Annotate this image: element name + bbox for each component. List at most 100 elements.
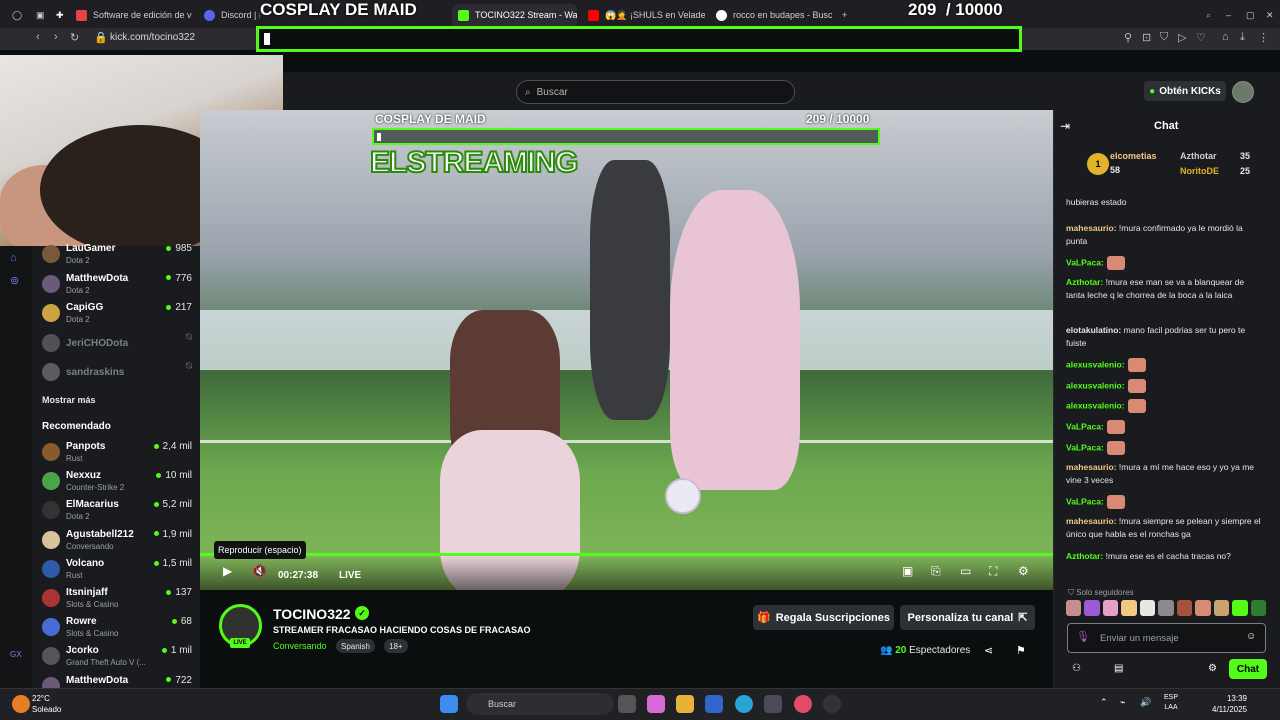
menu-icon[interactable]: ⋮ xyxy=(1258,31,1269,44)
browse-icon[interactable]: ⊚ xyxy=(10,274,22,287)
chat-username[interactable]: elotakulatino: xyxy=(1066,325,1121,335)
chat-username[interactable]: mahesaurio: xyxy=(1066,516,1117,526)
chat-username[interactable]: Azthotar: xyxy=(1066,277,1103,287)
gx-icon[interactable]: GX xyxy=(10,650,22,662)
app-icon[interactable] xyxy=(764,695,782,713)
reload-icon[interactable]: ↻ xyxy=(70,31,79,44)
minimize-icon[interactable]: – xyxy=(1220,4,1238,26)
chat-username[interactable]: mahesaurio: xyxy=(1066,462,1117,472)
taskbar-clock[interactable]: 13:39 4/11/2025 xyxy=(1212,693,1247,715)
live-indicator[interactable]: LIVE xyxy=(339,570,361,581)
channel-name[interactable]: TOCINO322 xyxy=(273,606,351,622)
sidebar-channel[interactable]: Agustabell212 Conversando 1,9 mil xyxy=(42,529,192,555)
maximize-icon[interactable]: ▢ xyxy=(1240,4,1258,26)
new-tab-icon[interactable]: + xyxy=(836,4,850,26)
theater-icon[interactable]: ▭ xyxy=(960,564,971,578)
video-player[interactable] xyxy=(200,110,1053,590)
tab-group-icon[interactable]: ▣ xyxy=(30,4,48,26)
back-icon[interactable]: ‹ xyxy=(36,31,40,43)
chat-tools-icon[interactable]: ⚇ xyxy=(1072,663,1081,674)
volume-icon[interactable]: 🔊 xyxy=(1140,697,1151,708)
leader-1-name[interactable]: elcometias xyxy=(1110,151,1157,161)
wifi-icon[interactable]: ⌁ xyxy=(1120,697,1125,708)
file-explorer-icon[interactable] xyxy=(676,695,694,713)
obs-icon[interactable] xyxy=(823,695,841,713)
emote-icon[interactable] xyxy=(1195,600,1211,616)
emote-icon[interactable] xyxy=(1158,600,1174,616)
screenshot-icon[interactable]: ⊡ xyxy=(1142,31,1151,44)
browser-tab-active[interactable]: TOCINO322 Stream - Wa xyxy=(452,4,577,26)
tray-chevron-icon[interactable]: ⌃ xyxy=(1100,697,1108,708)
url-field[interactable]: kick.com/tocino322 xyxy=(110,32,195,43)
sidebar-channel[interactable]: Panpots Rust 2,4 mil xyxy=(42,441,192,467)
chat-username[interactable]: VaLPaca: xyxy=(1066,421,1104,431)
home-icon[interactable]: ⌂ xyxy=(10,252,22,264)
edge-icon[interactable] xyxy=(735,695,753,713)
send-chat-button[interactable]: Chat xyxy=(1229,659,1267,679)
emote-icon[interactable] xyxy=(1139,600,1156,616)
search-tabs-icon[interactable]: ⌕ xyxy=(1200,4,1218,26)
emote-icon[interactable] xyxy=(1066,600,1082,616)
gift-subs-button[interactable]: 🎁 Regala Suscripciones xyxy=(753,605,894,630)
taskbar-search[interactable]: Buscar xyxy=(466,693,614,715)
sidebar-channel[interactable]: ElMacarius Dota 2 5,2 mil xyxy=(42,499,192,525)
microphone-icon[interactable]: 🎙 xyxy=(1076,630,1090,643)
fullscreen-icon[interactable]: ⛶ xyxy=(989,564,997,579)
show-more-link[interactable]: Mostrar más xyxy=(42,395,96,405)
emote-icon[interactable] xyxy=(1102,600,1119,616)
opera-gx-icon[interactable] xyxy=(794,695,812,713)
settings-gear-icon[interactable]: ⚙ xyxy=(1018,564,1029,578)
sidebar-channel[interactable]: Itsninjaff Slots & Casino 137 xyxy=(42,587,192,613)
tag-language[interactable]: Spanish xyxy=(336,639,375,653)
stream-category[interactable]: Conversando xyxy=(273,641,327,651)
chat-username[interactable]: alexusvalenio: xyxy=(1066,380,1125,390)
pip-icon[interactable]: ▣ xyxy=(902,564,913,578)
browser-tab-1[interactable]: Software de edición de vi xyxy=(70,4,192,26)
customize-channel-button[interactable]: Personaliza tu canal ⇱ xyxy=(900,605,1035,630)
add-tab-plus-icon[interactable]: ✚ xyxy=(50,4,68,26)
sidebar-channel[interactable]: Jcorko Grand Theft Auto V (... 1 mil xyxy=(42,645,192,671)
sidebar-channel[interactable]: JeriCHODota ⍉ xyxy=(42,332,192,358)
sidebar-channel[interactable]: sandraskins ⍉ xyxy=(42,361,192,387)
emote-icon[interactable] xyxy=(1250,600,1266,616)
emote-icon[interactable] xyxy=(1176,600,1193,616)
weather-widget[interactable]: 22°C Soleado xyxy=(32,693,61,715)
emote-icon[interactable] xyxy=(1121,600,1137,616)
sidebar-channel[interactable]: Rowre Slots & Casino 68 xyxy=(42,616,192,642)
windows-start-icon[interactable] xyxy=(440,695,458,713)
chat-username[interactable]: alexusvalenio: xyxy=(1066,400,1125,410)
leader-3-name[interactable]: NoritoDE xyxy=(1180,166,1219,176)
copilot-icon[interactable] xyxy=(647,695,665,713)
get-kicks-button[interactable]: ● Obtén KICKs xyxy=(1144,81,1226,101)
play-icon[interactable]: ▷ xyxy=(1178,31,1186,44)
sidebar-channel[interactable]: Nexxuz Counter-Strike 2 10 mil xyxy=(42,470,192,496)
leader-2-name[interactable]: Azthotar xyxy=(1180,151,1217,161)
chat-username[interactable]: VaLPaca: xyxy=(1066,257,1104,267)
browser-tab-4[interactable]: 😱🤦 ¡SHULS en Velade xyxy=(582,4,707,26)
close-icon[interactable]: ✕ xyxy=(1260,4,1278,26)
chat-username[interactable]: mahesaurio: xyxy=(1066,223,1117,233)
shield-icon[interactable]: ⛉ xyxy=(1160,31,1168,44)
chat-settings-icon[interactable]: ⚙ xyxy=(1208,663,1217,674)
emote-icon[interactable] xyxy=(1232,600,1248,616)
sidebar-channel[interactable]: Volcano Rust 1,5 mil xyxy=(42,558,192,584)
mute-icon[interactable]: 🔇 xyxy=(252,564,267,578)
chat-username[interactable]: VaLPaca: xyxy=(1066,496,1104,506)
chat-username[interactable]: alexusvalenio: xyxy=(1066,359,1125,369)
account-icon[interactable]: ⌂ xyxy=(1222,31,1229,43)
tag-mature[interactable]: 18+ xyxy=(384,639,408,653)
forward-icon[interactable]: › xyxy=(54,31,58,43)
weather-sun-icon[interactable] xyxy=(12,695,30,713)
emote-icon[interactable] xyxy=(1213,600,1230,616)
emoji-icon[interactable]: ☺ xyxy=(1246,631,1256,642)
video-progress-bar[interactable] xyxy=(200,553,1053,556)
sidebar-channel[interactable]: CapiGG Dota 2 217 xyxy=(42,302,192,328)
sidebar-channel[interactable]: LauGamer Dota 2 985 xyxy=(42,243,192,269)
emote-icon[interactable] xyxy=(1084,600,1100,616)
clip-icon[interactable]: ⎘ xyxy=(931,564,941,579)
collapse-chat-icon[interactable]: ⇥ xyxy=(1060,119,1070,133)
sidebar-channel[interactable]: MatthewDota Dota 2 776 xyxy=(42,273,192,299)
emote-bar[interactable] xyxy=(1066,600,1266,618)
store-icon[interactable]: ▤ xyxy=(1114,663,1123,674)
browser-menu-icon[interactable]: ◯ xyxy=(6,4,28,26)
